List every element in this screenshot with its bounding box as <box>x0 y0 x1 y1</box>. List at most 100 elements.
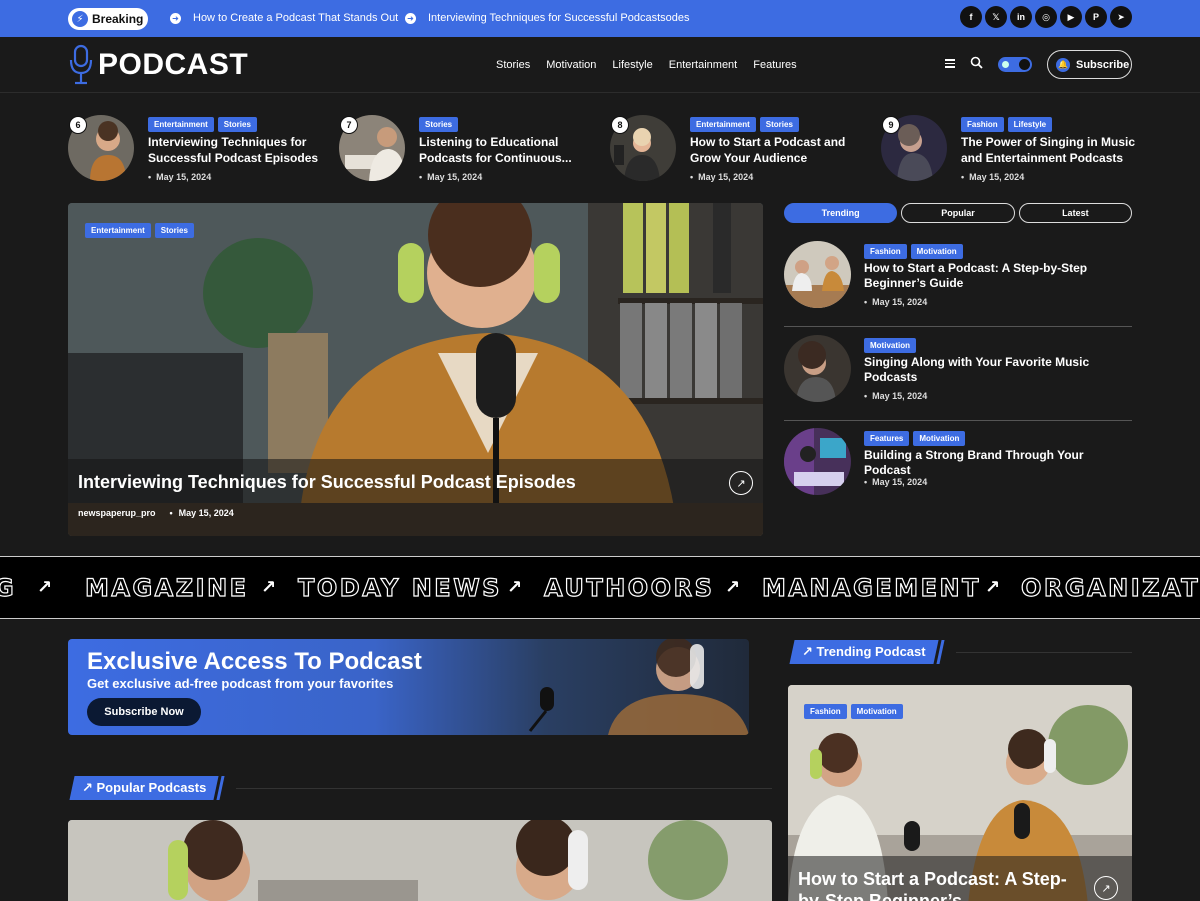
post-title[interactable]: How to Start a Podcast and Grow Your Aud… <box>690 134 870 166</box>
arrow-up-right-icon[interactable]: ↗ <box>1094 876 1118 900</box>
category-marquee: G ↗ MAGAZINE ↗ TODAY NEWS ↗ AUTHOORS ↗ M… <box>0 556 1200 619</box>
subscribe-button[interactable]: 🔔 Subscribe <box>1047 50 1132 79</box>
breaking-badge: ⚡ Breaking <box>68 8 148 30</box>
instagram-icon[interactable]: ◎ <box>1035 6 1057 28</box>
post-number: 9 <box>882 116 900 134</box>
microphone-logo-icon <box>69 44 93 85</box>
subscribe-now-button[interactable]: Subscribe Now <box>87 698 201 726</box>
tag-motivation[interactable]: Motivation <box>910 244 963 259</box>
strip-post[interactable]: 7 Stories Listening to Educational Podca… <box>339 113 601 185</box>
bolt-icon: ⚡ <box>72 11 88 27</box>
featured-post[interactable]: Entertainment Stories Interviewing Techni… <box>68 203 763 536</box>
trending-post-title[interactable]: How to Start a Podcast: A Step-by-Step B… <box>798 868 1088 901</box>
section-divider <box>236 788 772 789</box>
breaking-news-bar: ⚡ Breaking ➜ How to Create a Podcast Tha… <box>0 0 1200 37</box>
telegram-icon[interactable]: ➤ <box>1110 6 1132 28</box>
arrow-up-right-icon: ↗ <box>507 577 523 597</box>
tag-fashion[interactable]: Fashion <box>804 704 847 719</box>
post-tags: Entertainment Stories <box>148 114 261 132</box>
post-date: May 15, 2024 <box>961 172 1024 182</box>
side-post[interactable]: Motivation Singing Along with Your Favor… <box>784 335 1132 421</box>
post-title[interactable]: How to Start a Podcast: A Step-by-Step B… <box>864 261 1124 291</box>
section-title: ↗ Trending Podcast <box>802 644 926 659</box>
post-thumbnail[interactable] <box>784 241 851 308</box>
side-post[interactable]: Features Motivation Building a Strong Bra… <box>784 428 1132 514</box>
nav-item-motivation[interactable]: Motivation <box>546 59 596 71</box>
arrow-up-right-icon[interactable]: ↗ <box>729 471 753 495</box>
breaking-label: Breaking <box>92 12 144 26</box>
tag-stories[interactable]: Stories <box>419 117 459 132</box>
marquee-item[interactable]: TODAY NEWS <box>297 573 502 602</box>
author-name[interactable]: newspaperup_pro <box>78 508 156 518</box>
subscribe-banner[interactable]: Exclusive Access To Podcast Get exclusiv… <box>68 639 749 735</box>
tab-latest[interactable]: Latest <box>1018 203 1132 223</box>
tab-trending[interactable]: Trending <box>784 203 898 223</box>
post-thumbnail[interactable] <box>784 428 851 495</box>
tag-motivation[interactable]: Motivation <box>850 704 903 719</box>
arrow-up-right-icon: ↗ <box>725 577 741 597</box>
tab-popular-label: Popular <box>941 208 975 218</box>
post-date: May 15, 2024 <box>156 508 234 518</box>
featured-title[interactable]: Interviewing Techniques for Successful P… <box>78 472 576 493</box>
post-title[interactable]: Interviewing Techniques for Successful P… <box>148 134 328 166</box>
post-number: 7 <box>340 116 358 134</box>
dark-mode-toggle[interactable] <box>998 57 1032 72</box>
tag-fashion[interactable]: Fashion <box>961 117 1004 132</box>
post-title[interactable]: Singing Along with Your Favorite Music P… <box>864 355 1124 385</box>
post-tags: Fashion Motivation <box>864 241 967 259</box>
menu-icon[interactable] <box>945 59 955 70</box>
post-date: May 15, 2024 <box>419 172 482 182</box>
strip-post[interactable]: 8 Entertainment Stories How to Start a Po… <box>610 113 872 185</box>
marquee-item[interactable]: AUTHOORS <box>543 573 714 602</box>
main-nav: Stories Motivation Lifestyle Entertainme… <box>496 59 797 71</box>
tag-entertainment[interactable]: Entertainment <box>148 117 214 132</box>
search-icon[interactable] <box>970 56 983 69</box>
trending-post-card[interactable]: Fashion Motivation How to Start a Podcast… <box>788 685 1132 901</box>
marquee-item[interactable]: MANAGEMENT <box>761 573 981 602</box>
nav-item-stories[interactable]: Stories <box>496 59 530 71</box>
popular-post-image <box>68 820 772 901</box>
post-date: May 15, 2024 <box>690 172 753 182</box>
nav-item-lifestyle[interactable]: Lifestyle <box>612 59 652 71</box>
post-tags: Stories <box>419 114 462 132</box>
tag-motivation[interactable]: Motivation <box>913 431 966 446</box>
tag-fashion[interactable]: Fashion <box>864 244 907 259</box>
tab-popular[interactable]: Popular <box>901 203 1015 223</box>
tag-stories[interactable]: Stories <box>217 117 257 132</box>
arrow-up-right-icon: ↗ <box>985 577 1001 597</box>
trending-post-caption: How to Start a Podcast: A Step-by-Step B… <box>788 856 1132 901</box>
nav-item-features[interactable]: Features <box>753 59 796 71</box>
site-logo[interactable]: PODCAST <box>68 44 248 86</box>
post-tags: Entertainment Stories <box>690 114 803 132</box>
linkedin-icon[interactable]: in <box>1010 6 1032 28</box>
youtube-icon[interactable]: ▶ <box>1060 6 1082 28</box>
ticker-item[interactable]: ➜ Interviewing Techniques for Successful… <box>405 12 690 24</box>
post-tabs: Trending Popular Latest <box>784 203 1132 223</box>
marquee-item[interactable]: MAGAZINE <box>84 573 249 602</box>
post-title[interactable]: Listening to Educational Podcasts for Co… <box>419 134 599 166</box>
post-number: 8 <box>611 116 629 134</box>
strip-post[interactable]: 6 Entertainment Stories Interviewing Tech… <box>68 113 330 185</box>
post-title[interactable]: Building a Strong Brand Through Your Pod… <box>864 448 1124 478</box>
tag-entertainment[interactable]: Entertainment <box>690 117 756 132</box>
marquee-item[interactable]: ORGANIZATI <box>1020 573 1200 602</box>
site-header: PODCAST Stories Motivation Lifestyle Ent… <box>0 37 1200 93</box>
tag-stories[interactable]: Stories <box>759 117 799 132</box>
marquee-item[interactable]: G <box>0 573 16 602</box>
nav-item-entertainment[interactable]: Entertainment <box>669 59 737 71</box>
tag-motivation[interactable]: Motivation <box>864 338 916 353</box>
post-title[interactable]: The Power of Singing in Music and Entert… <box>961 134 1141 166</box>
section-title: ↗ Popular Podcasts <box>82 780 207 795</box>
tag-entertainment[interactable]: Entertainment <box>85 223 151 238</box>
strip-post[interactable]: 9 Fashion Lifestyle The Power of Singing … <box>881 113 1143 185</box>
x-icon[interactable]: 𝕏 <box>985 6 1007 28</box>
facebook-icon[interactable]: f <box>960 6 982 28</box>
post-thumbnail[interactable] <box>784 335 851 402</box>
side-post[interactable]: Fashion Motivation How to Start a Podcast… <box>784 241 1132 327</box>
tag-stories[interactable]: Stories <box>154 223 194 238</box>
popular-post-card[interactable] <box>68 820 772 901</box>
tag-features[interactable]: Features <box>864 431 910 446</box>
tag-lifestyle[interactable]: Lifestyle <box>1007 117 1053 132</box>
pinterest-icon[interactable]: P <box>1085 6 1107 28</box>
ticker-item[interactable]: ➜ How to Create a Podcast That Stands Ou… <box>170 12 398 24</box>
